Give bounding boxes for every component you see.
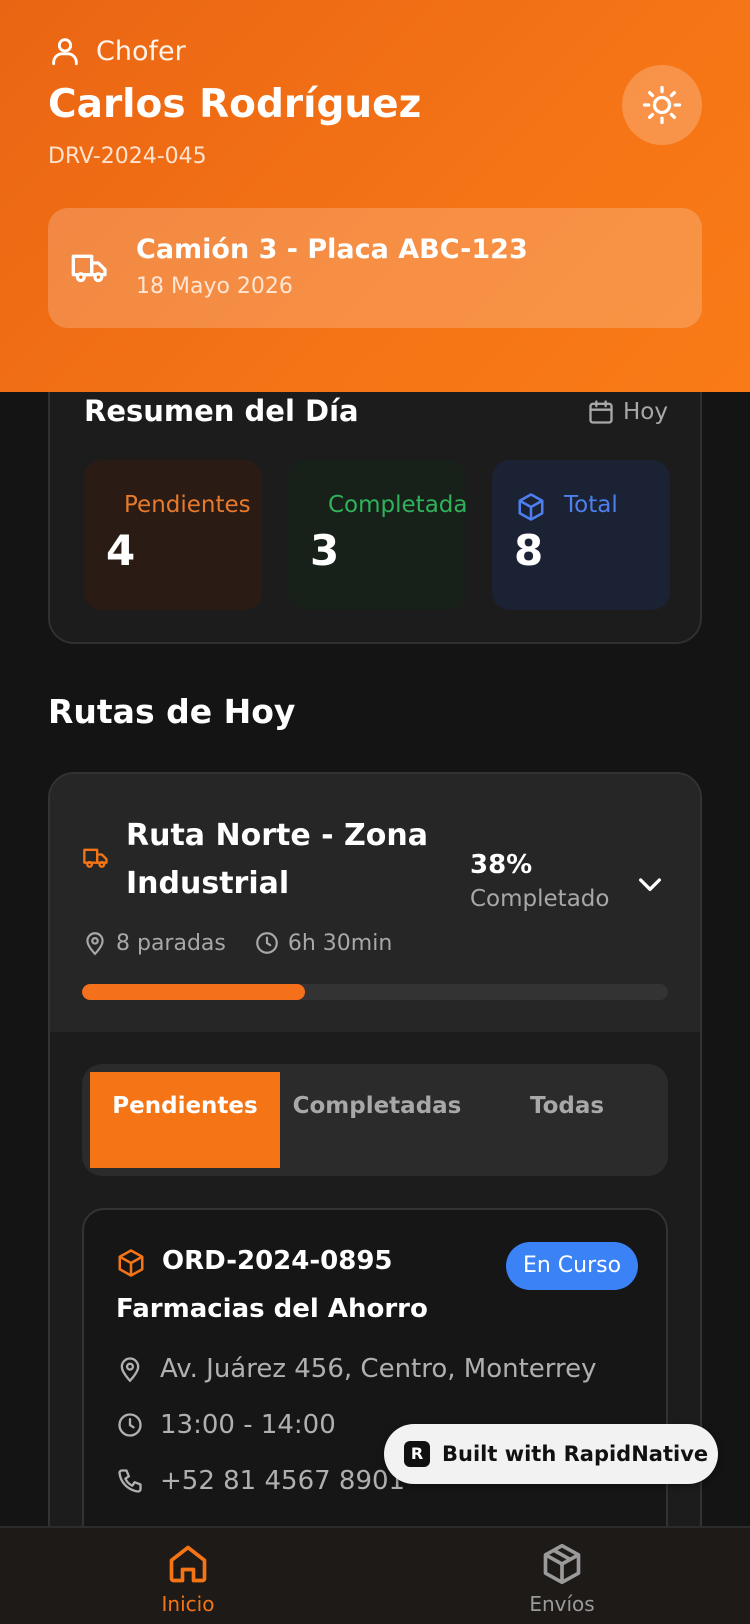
sun-icon xyxy=(642,85,682,125)
vehicle-card: Camión 3 - Placa ABC-123 18 Mayo 2026 xyxy=(48,208,702,328)
built-with-badge[interactable]: R Built with RapidNative xyxy=(384,1424,718,1484)
home-icon xyxy=(169,1545,207,1583)
stat-label: Completadas xyxy=(328,492,466,518)
order-id: ORD-2024-0895 xyxy=(162,1246,393,1276)
nav-label: Envíos xyxy=(529,1592,595,1616)
route-card: Ruta Norte - Zona Industrial 38% Complet… xyxy=(48,772,702,1624)
theme-toggle-button[interactable] xyxy=(622,65,702,145)
route-header[interactable]: Ruta Norte - Zona Industrial 38% Complet… xyxy=(50,774,700,1032)
status-badge: En Curso xyxy=(506,1242,638,1290)
vehicle-date: 18 Mayo 2026 xyxy=(136,274,293,299)
period-selector[interactable]: Hoy xyxy=(587,398,668,426)
package-icon xyxy=(518,493,544,521)
routes-section-title: Rutas de Hoy xyxy=(48,692,296,731)
map-pin-icon xyxy=(86,932,104,956)
stat-value: 4 xyxy=(106,526,136,575)
phone-icon xyxy=(118,1469,142,1493)
route-meta: 8 paradas 6h 30min xyxy=(82,930,392,956)
stat-value: 8 xyxy=(514,526,544,575)
truck-icon xyxy=(71,254,107,283)
package-icon xyxy=(543,1543,581,1585)
nav-item-home[interactable]: Inicio xyxy=(128,1542,248,1616)
order-filter-tabs: Pendientes Completadas Todas xyxy=(82,1064,668,1176)
profile-header: Chofer Carlos Rodríguez DRV-2024-045 Cam… xyxy=(0,0,750,392)
tab-completed[interactable]: Completadas xyxy=(282,1072,472,1168)
route-percent-label: Completado xyxy=(470,886,610,912)
nav-item-shipments[interactable]: Envíos xyxy=(502,1542,622,1616)
chevron-down-icon[interactable] xyxy=(634,868,666,900)
order-time-window: 13:00 - 14:00 xyxy=(116,1410,336,1440)
order-phone-text: +52 81 4567 8901 xyxy=(160,1466,406,1496)
stat-value: 3 xyxy=(310,526,340,575)
period-label: Hoy xyxy=(623,399,668,425)
role-label: Chofer xyxy=(96,35,186,67)
stat-label: Total xyxy=(564,492,618,518)
order-address: Av. Juárez 456, Centro, Monterrey xyxy=(116,1354,597,1384)
role-row: Chofer xyxy=(48,34,186,68)
order-time-text: 13:00 - 14:00 xyxy=(160,1410,336,1440)
stat-label: Pendientes xyxy=(124,492,251,518)
tab-all[interactable]: Todas xyxy=(472,1072,662,1168)
vehicle-title: Camión 3 - Placa ABC-123 xyxy=(136,234,528,265)
stat-total[interactable]: Total 8 xyxy=(492,460,670,610)
route-duration: 6h 30min xyxy=(287,930,393,956)
route-name: Ruta Norte - Zona Industrial xyxy=(126,818,428,901)
map-pin-icon xyxy=(120,1357,140,1383)
rapidnative-logo-icon: R xyxy=(404,1441,430,1467)
summary-title: Resumen del Día xyxy=(84,394,359,428)
bottom-navigation: Inicio Envíos xyxy=(0,1526,750,1624)
clock-icon xyxy=(118,1413,142,1437)
user-icon xyxy=(52,38,78,66)
driver-name: Carlos Rodríguez xyxy=(48,82,422,127)
route-progress-fill xyxy=(82,984,305,1000)
order-phone[interactable]: +52 81 4567 8901 xyxy=(116,1466,405,1496)
order-address-text: Av. Juárez 456, Centro, Monterrey xyxy=(160,1354,597,1384)
route-percent: 38% xyxy=(470,850,533,880)
stat-pending[interactable]: Pendientes 4 xyxy=(84,460,262,610)
driver-id: DRV-2024-045 xyxy=(48,144,207,169)
route-stops: 8 paradas xyxy=(116,930,226,956)
tab-pending[interactable]: Pendientes xyxy=(90,1072,280,1168)
truck-icon xyxy=(83,848,108,868)
clock-icon xyxy=(256,932,278,954)
stat-completed[interactable]: Completadas 3 xyxy=(288,460,466,610)
route-progress-bar xyxy=(82,984,668,1000)
nav-label: Inicio xyxy=(161,1592,215,1616)
calendar-icon xyxy=(589,400,613,424)
package-icon xyxy=(118,1249,144,1277)
built-with-text: Built with RapidNative xyxy=(442,1442,709,1466)
order-client: Farmacias del Ahorro xyxy=(116,1294,428,1324)
